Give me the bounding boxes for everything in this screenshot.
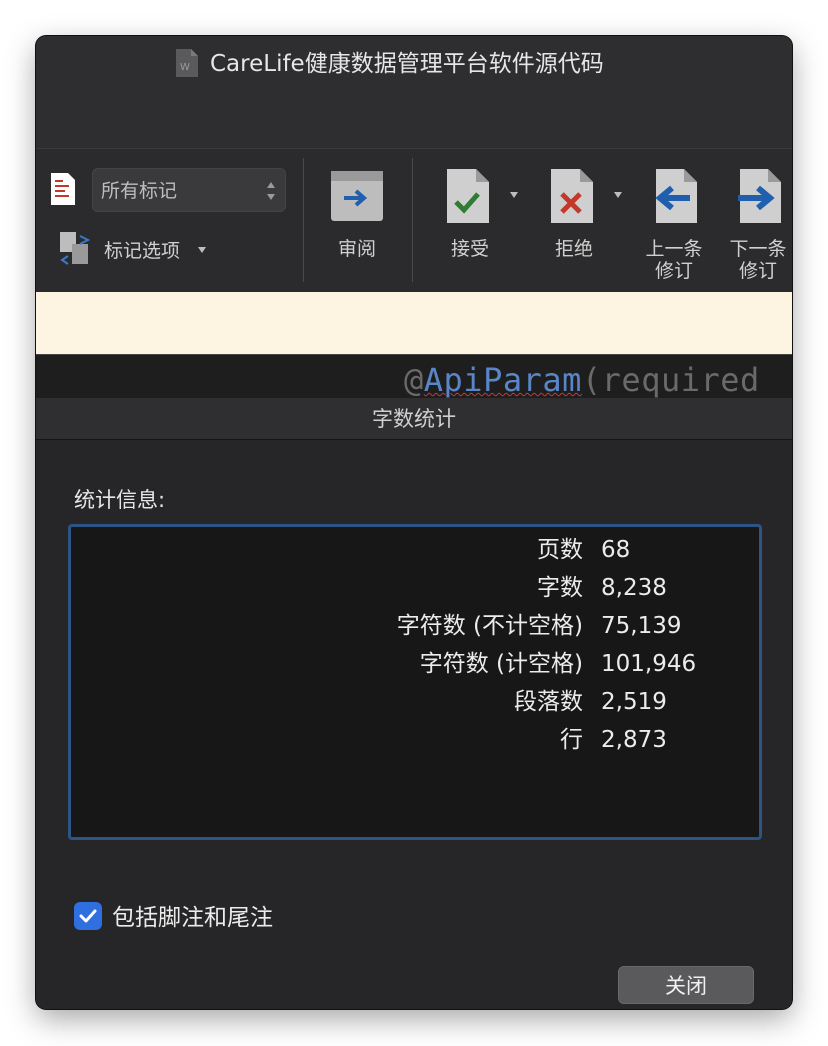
previous-change-icon[interactable] bbox=[650, 168, 698, 224]
review-label: 审阅 bbox=[337, 238, 376, 260]
previous-change-label-line1: 上一条 bbox=[645, 238, 703, 260]
stat-name: 段落数 bbox=[514, 689, 583, 715]
reject-label: 拒绝 bbox=[554, 238, 593, 260]
review-button[interactable]: 审阅 bbox=[327, 238, 387, 260]
stat-value: 75,139 bbox=[601, 613, 682, 639]
markup-display-value: 所有标记 bbox=[101, 180, 178, 202]
next-change-icon[interactable] bbox=[734, 168, 782, 224]
stat-name: 字符数 (计空格) bbox=[419, 651, 583, 677]
reject-icon[interactable] bbox=[550, 168, 594, 224]
word-document-icon: W bbox=[176, 49, 198, 77]
accept-label: 接受 bbox=[450, 238, 489, 260]
window-title: CareLife健康数据管理平台软件源代码 bbox=[210, 51, 604, 77]
svg-text:W: W bbox=[180, 62, 190, 73]
stat-row-lines: 行 2,873 bbox=[71, 721, 759, 759]
accept-button[interactable]: 接受 bbox=[440, 238, 500, 260]
app-window: W CareLife健康数据管理平台软件源代码 所有标记 标记选项 审阅 接受 … bbox=[36, 36, 792, 1009]
markup-options-label: 标记选项 bbox=[104, 240, 181, 262]
stat-row-words: 字数 8,238 bbox=[71, 569, 759, 607]
reject-button[interactable]: 拒绝 bbox=[544, 238, 604, 260]
document-content: @ApiParam(required bbox=[36, 354, 792, 399]
previous-change-label-line2: 修订 bbox=[654, 260, 693, 282]
next-change-label-line2: 修订 bbox=[738, 260, 777, 282]
stat-value: 2,519 bbox=[601, 689, 667, 715]
stat-name: 页数 bbox=[537, 537, 583, 563]
stat-row-chars-with-spaces: 字符数 (计空格) 101,946 bbox=[71, 645, 759, 683]
stats-list[interactable]: 页数 68 字数 8,238 字符数 (不计空格) 75,139 字符数 (计空… bbox=[68, 524, 762, 840]
stat-value: 2,873 bbox=[601, 727, 667, 753]
accept-chevron-down-icon[interactable] bbox=[510, 192, 518, 198]
code-prefix: @ bbox=[404, 361, 424, 399]
include-footnotes-label[interactable]: 包括脚注和尾注 bbox=[112, 898, 273, 932]
stat-row-chars-no-spaces: 字符数 (不计空格) 75,139 bbox=[71, 607, 759, 645]
markup-display-select[interactable]: 所有标记 bbox=[92, 168, 286, 212]
close-button[interactable]: 关闭 bbox=[618, 966, 754, 1004]
include-footnotes-checkbox[interactable] bbox=[74, 902, 102, 930]
stat-name: 字符数 (不计空格) bbox=[396, 613, 583, 639]
accept-icon[interactable] bbox=[446, 168, 490, 224]
stat-value: 8,238 bbox=[601, 575, 667, 601]
stepper-arrows-icon bbox=[267, 182, 275, 200]
stat-name: 行 bbox=[560, 727, 583, 753]
stat-value: 68 bbox=[601, 537, 631, 563]
ribbon-separator bbox=[412, 158, 413, 282]
next-change-label-line1: 下一条 bbox=[729, 238, 787, 260]
code-line: @ApiParam(required bbox=[404, 361, 760, 399]
reject-chevron-down-icon[interactable] bbox=[614, 192, 622, 198]
review-pane-icon[interactable] bbox=[330, 170, 384, 222]
ribbon-separator bbox=[303, 158, 304, 282]
checkmark-icon bbox=[79, 909, 97, 923]
markup-options-button[interactable]: 标记选项 bbox=[104, 236, 180, 263]
next-change-button[interactable]: 下一条 修订 bbox=[718, 238, 792, 282]
previous-change-button[interactable]: 上一条 修订 bbox=[634, 238, 714, 282]
word-count-dialog: 字数统计 统计信息: 页数 68 字数 8,238 字符数 (不计空格) 75,… bbox=[36, 398, 792, 1009]
stat-row-paragraphs: 段落数 2,519 bbox=[71, 683, 759, 721]
markup-document-icon bbox=[51, 173, 75, 205]
title-bar: W CareLife健康数据管理平台软件源代码 bbox=[36, 36, 792, 148]
markup-options-chevron-down-icon bbox=[198, 247, 206, 253]
markup-options-icon bbox=[60, 232, 91, 265]
message-bar bbox=[36, 292, 792, 354]
dialog-title: 字数统计 bbox=[36, 398, 792, 440]
code-keyword: ApiParam bbox=[423, 361, 582, 399]
code-suffix: (required bbox=[581, 361, 760, 399]
stat-name: 字数 bbox=[537, 575, 583, 601]
stats-heading: 统计信息: bbox=[74, 488, 166, 512]
stat-value: 101,946 bbox=[601, 651, 697, 677]
stat-row-pages: 页数 68 bbox=[71, 531, 759, 569]
